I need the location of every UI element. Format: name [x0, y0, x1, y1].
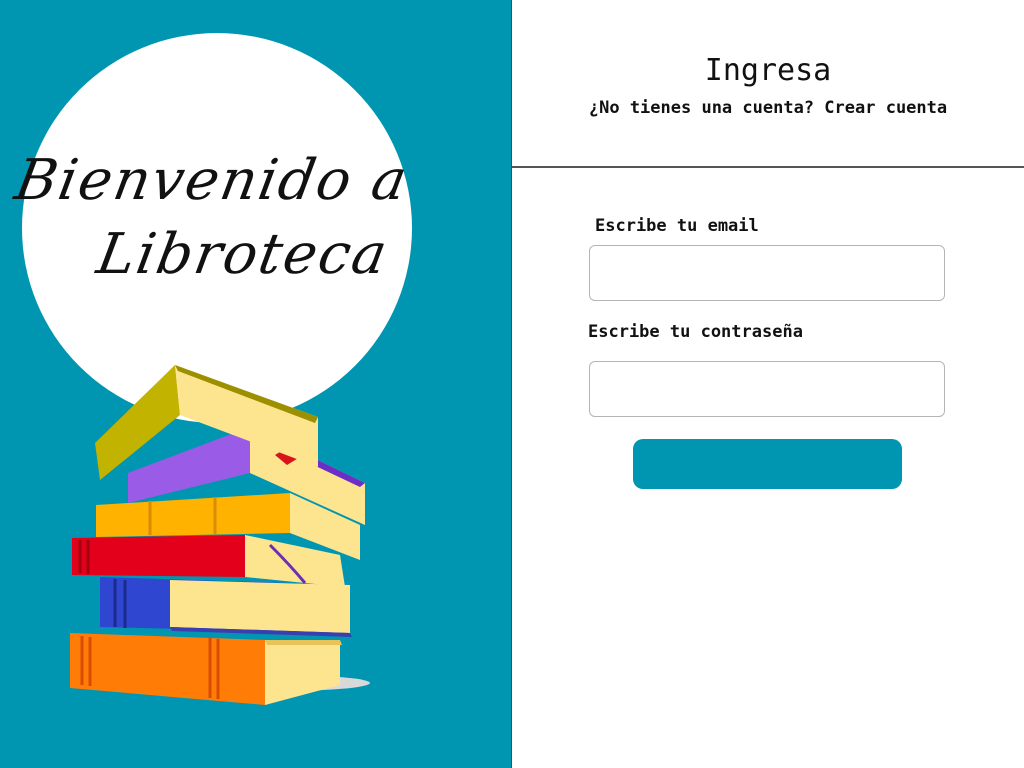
page-title: Ingresa [704, 53, 832, 88]
welcome-panel: Bienvenido a Libroteca [0, 0, 512, 768]
password-field[interactable] [589, 361, 945, 417]
password-label: Escribe tu contraseña [588, 322, 803, 342]
header-divider [512, 166, 1024, 168]
signup-prompt-row: ¿No tienes una cuenta? Crear cuenta [512, 98, 1024, 118]
login-button[interactable] [633, 439, 902, 489]
welcome-heading-line-1: Bienvenido a [10, 148, 414, 213]
signup-prompt-text: ¿No tienes una cuenta? [588, 98, 815, 118]
email-field[interactable] [589, 245, 945, 301]
welcome-heading-line-2: Libroteca [92, 222, 394, 287]
stack-of-books-icon [70, 365, 370, 705]
create-account-link[interactable]: Crear cuenta [824, 98, 947, 118]
email-label: Escribe tu email [595, 216, 759, 236]
